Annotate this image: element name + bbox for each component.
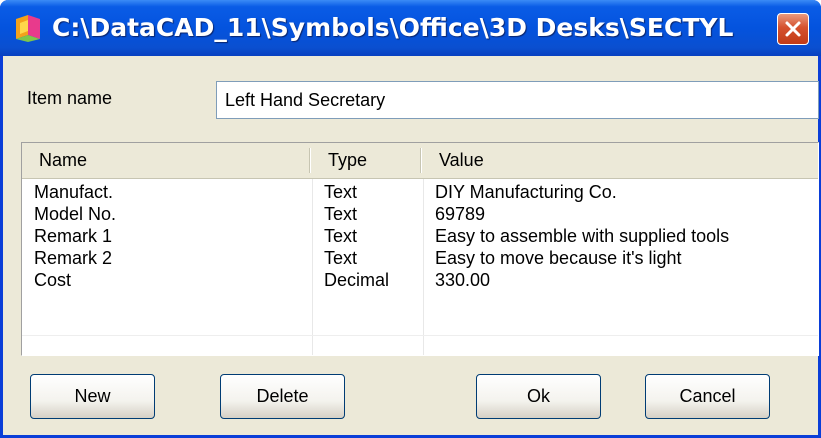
- cell-type[interactable]: Text: [324, 203, 357, 225]
- cell-name[interactable]: Model No.: [34, 203, 116, 225]
- cell-name[interactable]: Remark 1: [34, 225, 112, 247]
- item-name-label: Item name: [27, 88, 113, 108]
- cell-value[interactable]: 330.00: [435, 269, 490, 291]
- cell-type[interactable]: Text: [324, 181, 357, 203]
- cell-value[interactable]: DIY Manufacturing Co.: [435, 181, 617, 203]
- cancel-button[interactable]: Cancel: [645, 374, 770, 419]
- grid-row-line: [22, 335, 818, 336]
- cell-name[interactable]: Remark 2: [34, 247, 112, 269]
- close-icon: [785, 21, 801, 37]
- window-title: C:\DataCAD_11\Symbols\Office\3D Desks\SE…: [52, 13, 734, 42]
- item-name-field[interactable]: Left Hand Secretary: [216, 81, 819, 119]
- column-header-type[interactable]: Type: [311, 143, 420, 178]
- title-bar[interactable]: C:\DataCAD_11\Symbols\Office\3D Desks\SE…: [0, 0, 821, 56]
- cell-name[interactable]: Manufact.: [34, 181, 113, 203]
- cell-value[interactable]: Easy to assemble with supplied tools: [435, 225, 729, 247]
- table-row[interactable]: Remark 1 Text Easy to assemble with supp…: [22, 225, 818, 247]
- column-header-name[interactable]: Name: [22, 143, 310, 178]
- table-row[interactable]: Cost Decimal 330.00: [22, 269, 818, 291]
- close-button[interactable]: [777, 13, 809, 45]
- delete-button[interactable]: Delete: [220, 374, 345, 419]
- cell-value[interactable]: Easy to move because it's light: [435, 247, 682, 269]
- cell-type[interactable]: Text: [324, 225, 357, 247]
- grid-header: Name Type Value: [22, 143, 818, 179]
- datacad-app-icon: [16, 15, 40, 42]
- attributes-grid[interactable]: Name Type Value Manufact. Text DIY Manuf…: [21, 142, 819, 356]
- cell-name[interactable]: Cost: [34, 269, 71, 291]
- table-row[interactable]: Manufact. Text DIY Manufacturing Co.: [22, 181, 818, 203]
- table-row[interactable]: Model No. Text 69789: [22, 203, 818, 225]
- cell-type[interactable]: Text: [324, 247, 357, 269]
- cell-type[interactable]: Decimal: [324, 269, 389, 291]
- new-button[interactable]: New: [30, 374, 155, 419]
- column-header-value[interactable]: Value: [422, 143, 818, 178]
- cell-value[interactable]: 69789: [435, 203, 485, 225]
- symbol-properties-dialog: C:\DataCAD_11\Symbols\Office\3D Desks\SE…: [0, 0, 821, 438]
- table-row[interactable]: Remark 2 Text Easy to move because it's …: [22, 247, 818, 269]
- ok-button[interactable]: Ok: [476, 374, 601, 419]
